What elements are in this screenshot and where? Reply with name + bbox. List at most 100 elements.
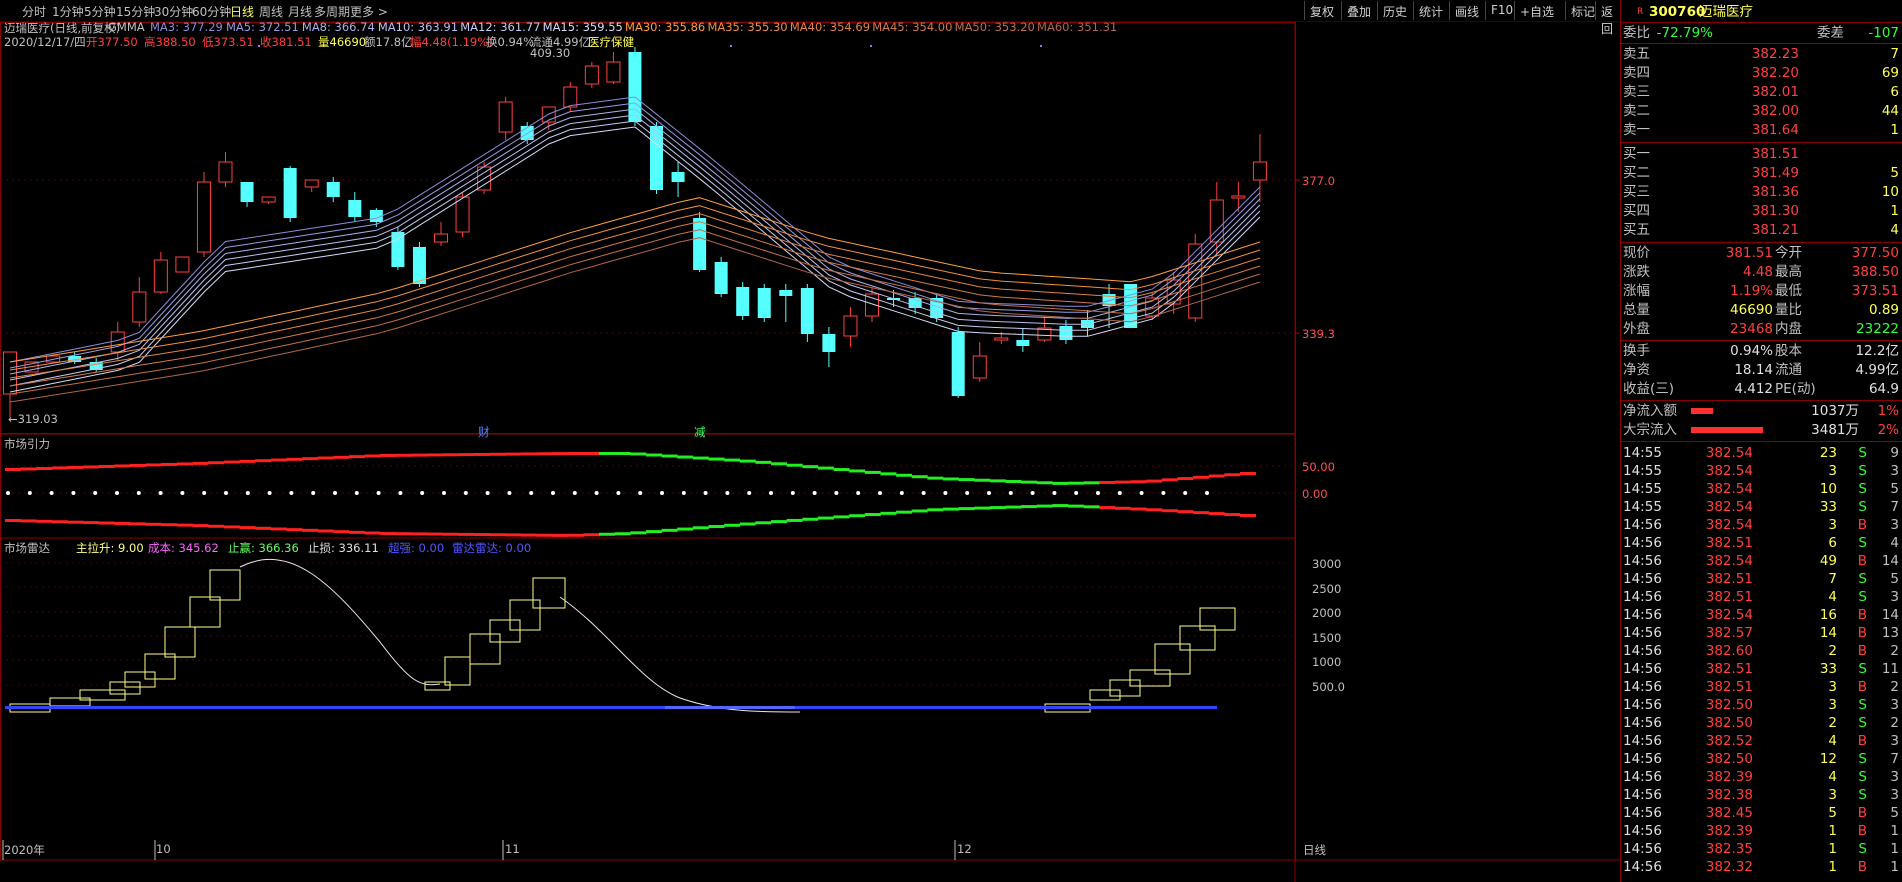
toolbar-button[interactable]: 统计	[1413, 1, 1448, 20]
volume: 7	[1890, 46, 1899, 62]
toolbar-button[interactable]: 复权	[1304, 1, 1339, 20]
zero-dot	[681, 491, 686, 495]
trade-tick-row: 14:56 382.35 1 S 1	[1621, 840, 1902, 858]
gravity-step	[36, 466, 53, 470]
stat-row: 涨跌 4.48 最高 388.50	[1621, 263, 1902, 281]
timeframe-tab[interactable]: 更多 >	[350, 3, 388, 20]
gravity-step	[36, 519, 53, 523]
gravity-step	[239, 459, 256, 463]
separator	[1621, 400, 1902, 401]
zero-dot	[529, 491, 534, 495]
label: 卖五	[1623, 46, 1650, 62]
label: 净流入额	[1623, 403, 1677, 419]
price: 381.51	[1751, 146, 1799, 162]
candle-body-up	[498, 101, 513, 133]
label: 股本	[1775, 343, 1802, 359]
candle-body-up	[434, 233, 448, 243]
ma-legend: MA15: 359.55	[542, 20, 623, 34]
toolbar-button[interactable]: +自选	[1514, 1, 1559, 20]
timeframe-tab[interactable]: 周线	[259, 3, 283, 20]
timeframe-tab[interactable]: 60分钟	[192, 3, 231, 20]
volume: 5	[1828, 805, 1837, 821]
trade-tick-row: 14:56 382.52 4 B 3	[1621, 732, 1902, 750]
value: 377.50	[1851, 245, 1899, 261]
price: 382.39	[1705, 823, 1753, 839]
gravity-step	[724, 458, 741, 462]
label: 量比	[1775, 302, 1802, 318]
gravity-step	[98, 521, 115, 525]
ask-row: 卖四 382.20 69	[1621, 64, 1902, 82]
gravity-step	[911, 509, 928, 513]
candle-body-down	[1016, 340, 1030, 346]
gravity-step	[536, 533, 553, 537]
gravity-step	[67, 520, 84, 524]
volume: 23	[1819, 445, 1837, 461]
price-axis-label: 339.3	[1302, 327, 1335, 341]
ma-line	[9, 237, 1261, 403]
zero-dot	[1052, 491, 1057, 495]
price: 382.54	[1705, 445, 1753, 461]
timeframe-tab[interactable]: 1分钟	[52, 3, 84, 20]
timeframe-tab[interactable]: 多周期	[314, 3, 350, 20]
bid-row: 买五 381.21 4	[1621, 221, 1902, 239]
gravity-step	[270, 458, 287, 462]
candle-body-down	[757, 288, 771, 318]
volume: 1	[1890, 122, 1899, 138]
timeframe-tab[interactable]: 分时	[22, 3, 46, 20]
high-marker: 409.30	[530, 46, 571, 60]
count: 1	[1890, 823, 1899, 839]
gravity-step	[614, 452, 631, 455]
gravity-step	[364, 531, 381, 535]
gravity-step	[771, 462, 788, 466]
gravity-step	[380, 532, 397, 536]
price: 382.23	[1751, 46, 1799, 62]
gravity-step	[1083, 505, 1100, 509]
candle-body-up	[196, 181, 211, 253]
zero-dot	[638, 491, 643, 495]
ma-legend: MA60: 351.31	[1037, 20, 1118, 34]
gravity-step	[1114, 506, 1131, 510]
timeframe-tab[interactable]: 30分钟	[154, 3, 193, 20]
timeframe-tab[interactable]: 月线	[288, 3, 312, 20]
zero-dot	[311, 491, 316, 495]
candle-body-down	[951, 332, 965, 396]
volume: 7	[1828, 571, 1837, 587]
direction: B	[1857, 805, 1867, 821]
value: 1.19%	[1730, 283, 1773, 299]
gravity-step	[395, 532, 412, 536]
gravity-step	[771, 520, 788, 524]
volume: 6	[1890, 84, 1899, 100]
time: 14:56	[1623, 589, 1662, 605]
gravity-step	[176, 462, 193, 466]
volume: 16	[1819, 607, 1837, 623]
timeframe-tab[interactable]: 5分钟	[84, 3, 116, 20]
value: 46690	[1730, 302, 1773, 318]
timeframe-tab[interactable]: 15分钟	[116, 3, 155, 20]
count: 3	[1890, 463, 1899, 479]
zero-dot	[224, 491, 228, 495]
timeframe-tab[interactable]: 日线	[230, 3, 254, 20]
trade-tick-row: 14:56 382.50 3 S 3	[1621, 696, 1902, 714]
trade-tick-row: 14:55 382.54 33 S 7	[1621, 498, 1902, 516]
label: PE(动)	[1775, 381, 1816, 397]
value: 23222	[1856, 321, 1899, 337]
gravity-step	[958, 507, 975, 511]
toolbar-button[interactable]: 叠加	[1341, 1, 1376, 20]
toolbar-button[interactable]: 历史	[1377, 1, 1412, 20]
candle-body-up	[563, 86, 578, 108]
label: 流通	[1775, 362, 1802, 378]
toolbar-button[interactable]: 画线	[1449, 1, 1484, 20]
gravity-step	[1052, 481, 1069, 485]
gravity-step	[317, 456, 334, 460]
volume: 4	[1828, 769, 1837, 785]
time: 14:56	[1623, 571, 1662, 587]
gravity-step	[630, 452, 647, 456]
price: 382.51	[1705, 661, 1753, 677]
toolbar-button[interactable]: 返回	[1595, 1, 1620, 36]
time: 14:56	[1623, 715, 1662, 731]
gravity-step	[942, 477, 959, 481]
volume: 4	[1828, 733, 1837, 749]
gravity-step	[208, 524, 225, 528]
value: -72.79%	[1656, 25, 1713, 41]
candle-body-down	[714, 262, 728, 294]
